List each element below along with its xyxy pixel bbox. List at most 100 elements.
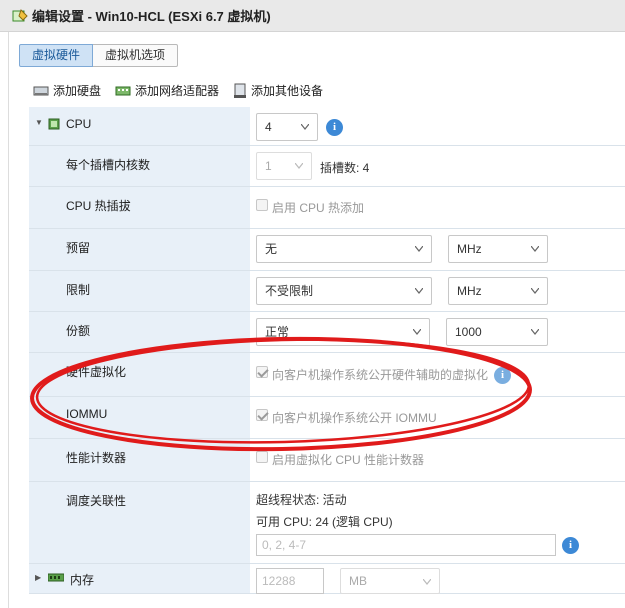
memory-module-icon (47, 572, 65, 584)
reservation-label: 预留 (29, 229, 250, 270)
add-disk-button[interactable]: 添加硬盘 (33, 82, 101, 99)
tab-vm-options[interactable]: 虚拟机选项 (93, 44, 179, 67)
sockets-text: 插槽数: 4 (320, 161, 370, 175)
iommu-label: IOMMU (29, 397, 250, 438)
cpu-hotplug-value-cell: 启用 CPU 热添加 (250, 187, 625, 228)
iommu-text: 向客户机操作系统公开 IOMMU (272, 411, 437, 425)
cores-per-socket-value: 1 (265, 159, 272, 173)
memory-unit: MB (349, 574, 367, 588)
scheduling-affinity-row: 调度关联性 超线程状态: 活动 可用 CPU: 24 (逻辑 CPU) 0, 2… (29, 482, 625, 564)
shares-amount-select[interactable]: 1000 (446, 318, 548, 346)
limit-value: 不受限制 (265, 284, 314, 298)
hardware-virtualization-row: 硬件虚拟化 向客户机操作系统公开硬件辅助的虚拟化 i (29, 353, 625, 397)
limit-unit: MHz (457, 284, 482, 298)
limit-label: 限制 (29, 271, 250, 311)
shares-value-cell: 正常 1000 (250, 312, 625, 352)
hardware-virtualization-label: 硬件虚拟化 (29, 353, 250, 396)
shares-row: 份额 正常 1000 (29, 312, 625, 353)
iommu-value-cell: 向客户机操作系统公开 IOMMU (250, 397, 625, 438)
hardware-virtualization-value-cell: 向客户机操作系统公开硬件辅助的虚拟化 i (250, 353, 625, 396)
vm-edit-icon (12, 8, 28, 24)
hyperthreading-status: 超线程状态: 活动 (256, 493, 347, 507)
reservation-row: 预留 无 MHz (29, 229, 625, 271)
cores-per-socket-row: 每个插槽内核数 1 插槽数: 4 (29, 146, 625, 187)
limit-unit-select[interactable]: MHz (448, 277, 548, 305)
expand-caret-icon[interactable]: ▶ (35, 573, 41, 582)
add-other-device-label: 添加其他设备 (251, 84, 324, 98)
cpu-hotplug-text: 启用 CPU 热添加 (272, 201, 365, 215)
add-disk-label: 添加硬盘 (53, 84, 102, 98)
chevron-down-icon (415, 288, 423, 294)
hard-disk-icon (33, 86, 49, 95)
info-icon[interactable]: i (494, 367, 511, 384)
window-title: 编辑设置 - Win10-HCL (ESXi 6.7 虚拟机) (32, 9, 271, 24)
cpu-value-cell: 4 i (250, 107, 625, 145)
performance-counters-row: 性能计数器 启用虚拟化 CPU 性能计数器 (29, 439, 625, 482)
chevron-down-icon (301, 124, 309, 130)
affinity-placeholder: 0, 2, 4-7 (262, 538, 307, 552)
cpu-hotplug-row: CPU 热插拔 启用 CPU 热添加 (29, 187, 625, 229)
info-icon[interactable]: i (326, 119, 343, 136)
affinity-input[interactable]: 0, 2, 4-7 (256, 534, 556, 556)
memory-size-value: 12288 (262, 574, 296, 588)
cpu-row: ▼ CPU 4 i (29, 107, 625, 146)
memory-label: 内存 (70, 573, 95, 587)
reservation-select[interactable]: 无 (256, 235, 432, 263)
performance-counters-label: 性能计数器 (29, 439, 250, 481)
hardware-virtualization-text: 向客户机操作系统公开硬件辅助的虚拟化 (272, 368, 489, 382)
available-cpu-text: 可用 CPU: 24 (逻辑 CPU) (256, 515, 393, 529)
performance-counters-text: 启用虚拟化 CPU 性能计数器 (272, 453, 425, 467)
memory-row: ▶ 内存 12288 MB (29, 564, 625, 594)
info-icon[interactable]: i (562, 537, 579, 554)
cores-per-socket-label: 每个插槽内核数 (29, 146, 250, 186)
limit-row: 限制 不受限制 MHz (29, 271, 625, 312)
performance-counters-checkbox[interactable] (256, 451, 268, 463)
hardware-settings-grid: ▼ CPU 4 i 每个插槽内核数 1 插槽数: 4 CPU 热插拔 启用 CP… (29, 107, 625, 594)
memory-value-cell: 12288 MB (250, 564, 625, 594)
shares-label: 份额 (29, 312, 250, 352)
chevron-down-icon (531, 288, 539, 294)
scheduling-affinity-value-cell: 超线程状态: 活动 可用 CPU: 24 (逻辑 CPU) 0, 2, 4-7 … (250, 482, 625, 563)
limit-select[interactable]: 不受限制 (256, 277, 432, 305)
add-other-device-button[interactable]: 添加其他设备 (233, 82, 323, 99)
memory-size-input[interactable]: 12288 (256, 568, 324, 594)
tab-virtual-hardware[interactable]: 虚拟硬件 (19, 44, 94, 67)
cpu-count-select[interactable]: 4 (256, 113, 318, 141)
cores-per-socket-value-cell: 1 插槽数: 4 (250, 146, 625, 186)
cpu-chip-icon (48, 118, 60, 130)
hardware-virtualization-checkbox[interactable] (256, 366, 268, 378)
cpu-count-value: 4 (265, 120, 272, 134)
reservation-unit: MHz (457, 242, 482, 256)
iommu-checkbox[interactable] (256, 409, 268, 421)
cores-per-socket-select[interactable]: 1 (256, 152, 312, 180)
memory-label-cell: ▶ 内存 (29, 564, 250, 593)
cpu-label-cell: ▼ CPU (29, 107, 250, 145)
other-device-icon (234, 83, 247, 98)
cpu-hotplug-label: CPU 热插拔 (29, 187, 250, 228)
scheduling-affinity-label: 调度关联性 (29, 482, 250, 563)
chevron-down-icon (295, 163, 303, 169)
expand-caret-icon[interactable]: ▼ (35, 118, 43, 127)
limit-value-cell: 不受限制 MHz (250, 271, 625, 311)
chevron-down-icon (531, 246, 539, 252)
window-titlebar: 编辑设置 - Win10-HCL (ESXi 6.7 虚拟机) (0, 0, 625, 32)
chevron-down-icon (415, 246, 423, 252)
shares-select[interactable]: 正常 (256, 318, 430, 346)
reservation-unit-select[interactable]: MHz (448, 235, 548, 263)
iommu-row: IOMMU 向客户机操作系统公开 IOMMU (29, 397, 625, 439)
chevron-down-icon (531, 329, 539, 335)
cpu-hotplug-checkbox[interactable] (256, 199, 268, 211)
memory-unit-select[interactable]: MB (340, 568, 440, 594)
chevron-down-icon (423, 579, 431, 585)
shares-value: 正常 (265, 325, 290, 339)
reservation-value: 无 (265, 242, 278, 256)
cpu-label: CPU (66, 117, 92, 131)
add-network-adapter-label: 添加网络适配器 (135, 84, 220, 98)
edit-settings-panel: 虚拟硬件 虚拟机选项 添加硬盘 添加网络适配器 添加其他设备 ▼ CPU 4 i… (8, 32, 625, 608)
reservation-value-cell: 无 MHz (250, 229, 625, 270)
network-adapter-icon (115, 86, 131, 95)
performance-counters-value-cell: 启用虚拟化 CPU 性能计数器 (250, 439, 625, 481)
toolbar: 添加硬盘 添加网络适配器 添加其他设备 (33, 82, 337, 99)
shares-amount: 1000 (455, 325, 482, 339)
add-network-adapter-button[interactable]: 添加网络适配器 (115, 82, 219, 99)
